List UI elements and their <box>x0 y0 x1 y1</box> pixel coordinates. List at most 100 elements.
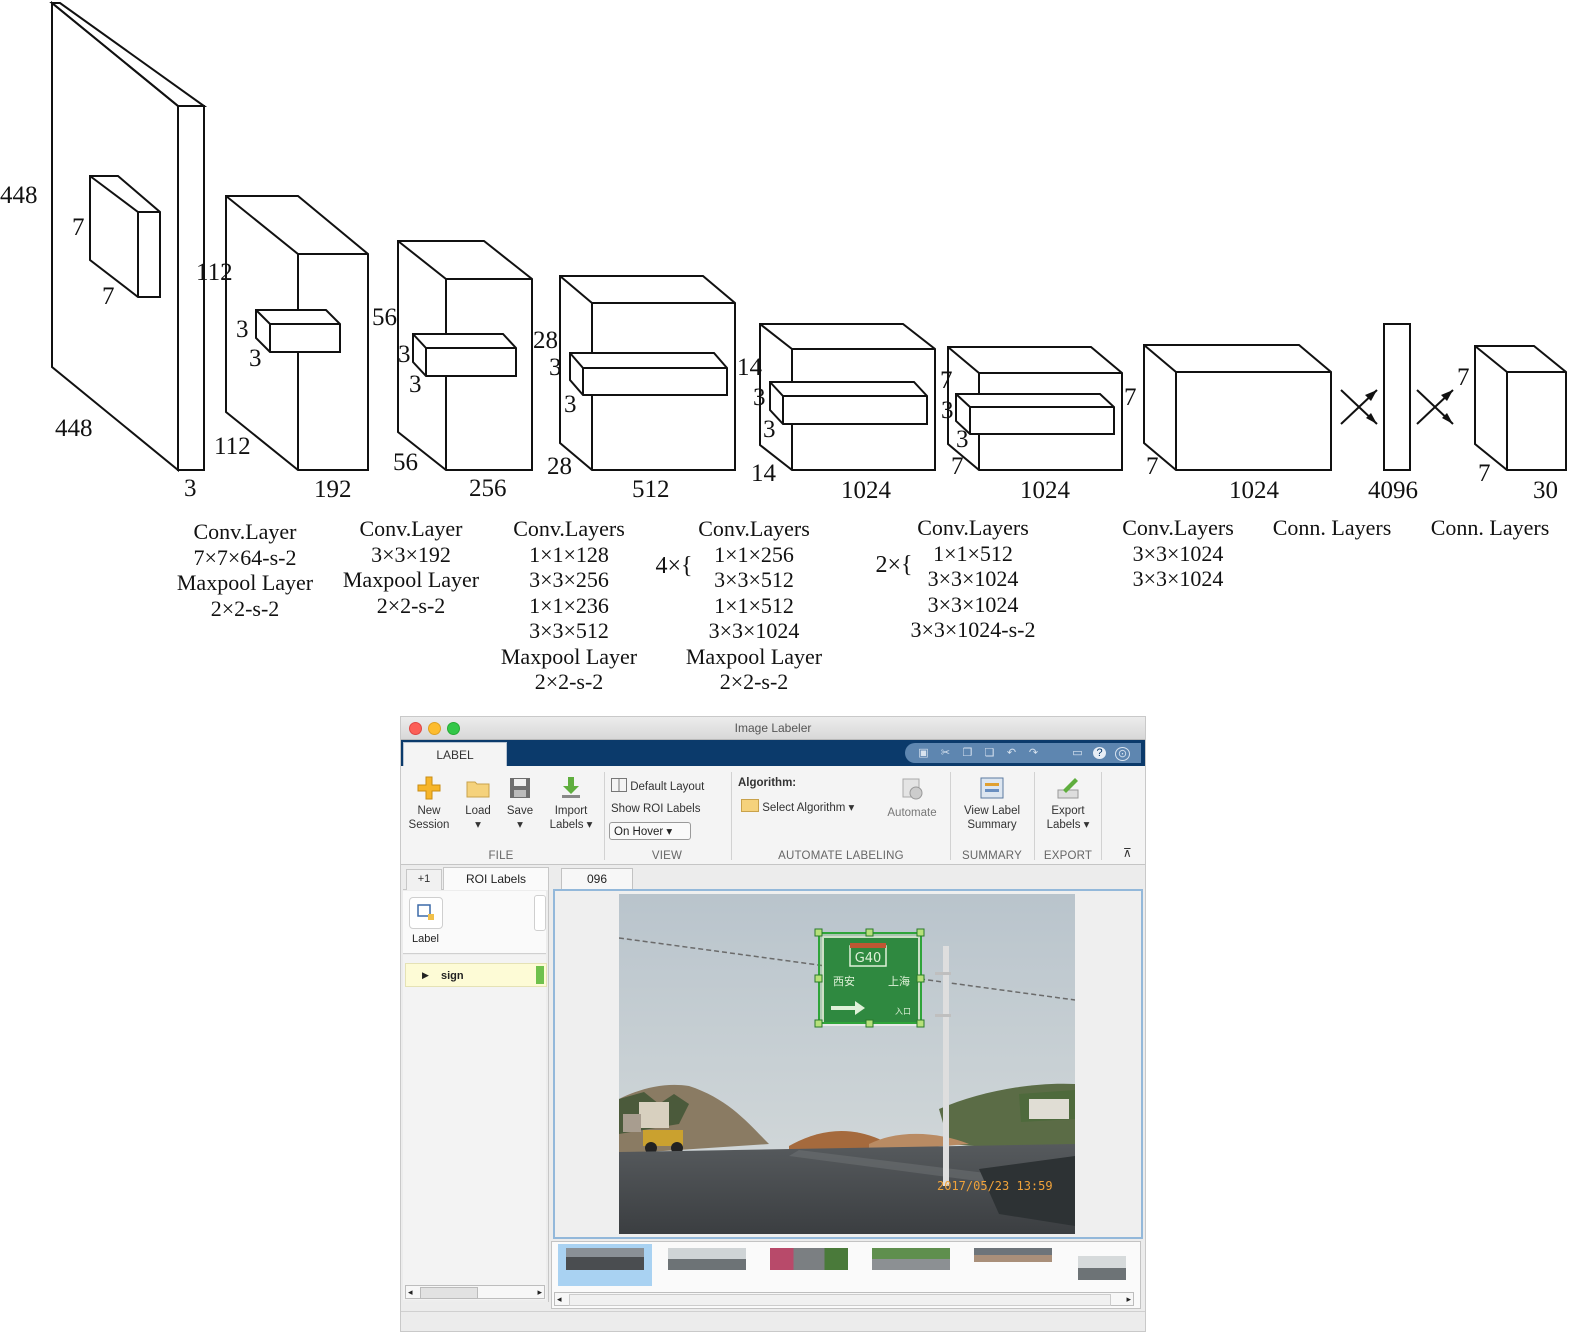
tab-roi-labels[interactable]: ROI Labels <box>443 867 549 890</box>
thumbnail[interactable] <box>1078 1256 1126 1280</box>
roi-handle[interactable] <box>814 1019 823 1028</box>
export-labels-button[interactable]: Export Labels ▾ <box>1039 776 1097 832</box>
scroll-thumb[interactable] <box>420 1287 478 1299</box>
plus-icon <box>417 776 441 800</box>
tab-image-096[interactable]: 096 <box>561 868 633 890</box>
cut-icon[interactable]: ✂ <box>939 747 952 759</box>
caption-line: 3×3×192 <box>371 541 451 567</box>
status-bar <box>401 1311 1145 1331</box>
roi-handle[interactable] <box>814 974 823 983</box>
caption-line: 2×2-s-2 <box>210 595 280 621</box>
caption-line: Conn. Layers <box>1272 515 1392 540</box>
roi-handle[interactable] <box>814 928 823 937</box>
caption-line: Conv.Layer <box>359 516 463 541</box>
import-labels-button[interactable]: Import Labels ▾ <box>543 776 599 832</box>
panel-tab-plus[interactable]: +1 <box>406 869 442 890</box>
help-icon[interactable]: ? <box>1093 747 1106 759</box>
dim-label: 3 <box>409 371 422 398</box>
roi-handle[interactable] <box>916 1019 925 1028</box>
roi-handle[interactable] <box>865 1019 874 1028</box>
dim-label: 3 <box>398 341 411 368</box>
roi-label-display-dropdown[interactable]: On Hover ▾ <box>609 822 691 840</box>
caption-line: 1×1×256 <box>714 541 794 567</box>
automate-gear-icon <box>902 778 923 800</box>
ribbon: New Session Load ▾ Save ▾ Import Labels ▾ … <box>401 766 1145 865</box>
collapse-ribbon-icon[interactable]: ⊼ <box>1123 846 1132 860</box>
expand-icon[interactable]: ⊙ <box>1115 747 1130 761</box>
import-icon <box>562 777 580 798</box>
panel-tabs: +1 ROI Labels <box>403 867 549 890</box>
copy-icon[interactable]: ❐ <box>961 747 974 759</box>
kernel-block-3 <box>412 333 517 377</box>
caption-block-8: Conn. Layers <box>1420 515 1560 541</box>
view-label-summary-button[interactable]: View Label Summary <box>955 776 1029 832</box>
summary-icon <box>980 777 1004 799</box>
dim-label: 112 <box>214 433 251 460</box>
conv-block-3 <box>397 240 533 471</box>
filmstrip-scrollbar[interactable]: ◂ ▸ <box>554 1292 1134 1306</box>
select-algorithm-dropdown[interactable]: Select Algorithm ▾ <box>741 799 854 815</box>
thumbnail[interactable] <box>770 1248 848 1270</box>
dim-label: 1024 <box>1229 477 1280 504</box>
dim-label: 3 <box>549 354 562 381</box>
paste-icon[interactable]: ❏ <box>983 747 996 759</box>
export-group-title: EXPORT <box>1043 850 1093 862</box>
quick-access-toolbar: ▣ ✂ ❐ ❏ ↶ ↷ ▭ ? ⊙ <box>905 743 1141 763</box>
caption-line: Conv.Layers <box>1122 515 1234 540</box>
conv-block-7 <box>1143 344 1332 471</box>
dim-label: 256 <box>469 475 507 502</box>
ribbon-separator <box>731 772 732 860</box>
automate-button[interactable]: Automate <box>881 776 943 820</box>
thumbnail[interactable] <box>668 1248 746 1270</box>
road-photo[interactable]: G40 西安 上海 入口 2017/05/23 13:59 <box>619 894 1075 1234</box>
dim-label: 7 <box>102 283 115 310</box>
add-label-button[interactable] <box>409 897 443 929</box>
roi-handle[interactable] <box>916 928 925 937</box>
caption-block-2: Conv.Layer 3×3×192 Maxpool Layer 2×2-s-2 <box>336 516 486 618</box>
image-display-panel[interactable]: G40 西安 上海 入口 2017/05/23 13:59 <box>553 889 1143 1239</box>
roi-handle[interactable] <box>865 928 874 937</box>
thumbnail[interactable] <box>872 1248 950 1270</box>
thumbnail[interactable] <box>566 1248 644 1270</box>
caption-block-7: Conn. Layers <box>1262 515 1402 541</box>
caption-line: 3×3×512 <box>529 618 609 643</box>
roi-label-list: ▶ sign <box>403 955 547 1300</box>
undo-icon[interactable]: ↶ <box>1005 747 1018 759</box>
dim-label: 3 <box>956 426 969 453</box>
automate-label: Automate <box>887 807 937 819</box>
conv-block-5 <box>759 323 936 471</box>
label-button-text: Label <box>412 933 439 945</box>
dim-label: 30 <box>1533 477 1558 504</box>
layout-icon[interactable]: ▭ <box>1071 747 1084 759</box>
caption-line: 3×3×1024 <box>1132 566 1224 591</box>
caption-line: 3×3×1024 <box>1132 540 1224 566</box>
dim-label: 1024 <box>841 477 892 504</box>
roi-handle[interactable] <box>916 974 925 983</box>
panel-horizontal-scrollbar[interactable]: ◂ ▸ <box>405 1285 545 1299</box>
load-button[interactable]: Load ▾ <box>458 776 498 832</box>
export-label-1: Export <box>1051 805 1085 817</box>
thumbnail[interactable] <box>974 1248 1052 1262</box>
caption-line: 1×1×512 <box>714 592 794 618</box>
label-item-sign[interactable]: ▶ sign <box>405 963 547 987</box>
roi-bounding-box[interactable] <box>814 928 925 1028</box>
dim-label: 3 <box>249 345 262 372</box>
tab-label[interactable]: LABEL <box>403 742 507 767</box>
expand-arrow-icon[interactable]: ▶ <box>422 964 429 986</box>
dim-label: 56 <box>393 449 418 476</box>
kernel-block-2 <box>255 309 341 353</box>
redo-icon[interactable]: ↷ <box>1027 747 1040 759</box>
dim-label: 7 <box>1457 364 1470 391</box>
save-icon[interactable]: ▣ <box>917 747 930 759</box>
conv-block-4 <box>559 275 736 471</box>
default-layout-button[interactable]: Default Layout <box>611 778 704 794</box>
caption-block-4: Conv.Layers 1×1×256 3×3×512 1×1×512 3×3×… <box>679 516 829 695</box>
save-button[interactable]: Save ▾ <box>501 776 539 832</box>
ribbon-separator <box>1101 772 1102 860</box>
caption-line: Conv.Layers <box>513 516 625 541</box>
scroll-thumb[interactable] <box>569 1294 1111 1306</box>
view-label-summary-1: View Label <box>963 805 1021 817</box>
new-session-button[interactable]: New Session <box>405 776 453 832</box>
caption-line: Maxpool Layer <box>342 567 480 592</box>
fc-block-4096 <box>1383 323 1411 471</box>
